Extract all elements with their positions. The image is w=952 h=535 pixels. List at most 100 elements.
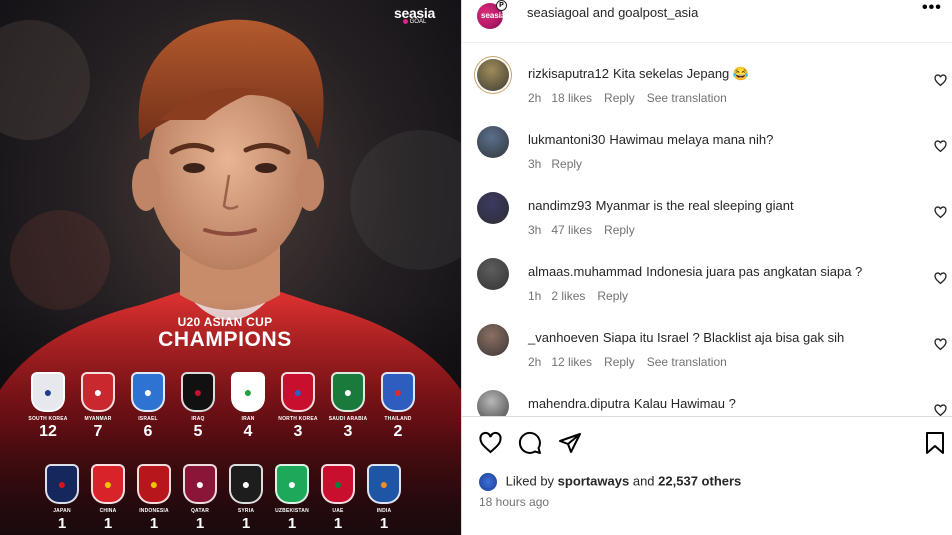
- liked-others[interactable]: 22,537 others: [658, 473, 741, 488]
- myanmar-crest-icon: ●: [81, 372, 115, 412]
- comment-like-heart-icon[interactable]: [934, 74, 947, 87]
- syria-crest-icon: ●: [229, 464, 263, 504]
- comment-item: mahendra.diputra Kalau Hawimau ?: [462, 390, 952, 416]
- comment-username[interactable]: lukmantoni30: [528, 132, 605, 147]
- comment-likes[interactable]: 47 likes: [551, 223, 592, 237]
- comment-username[interactable]: _vanhoeven: [528, 330, 599, 345]
- thailand-crest-icon: ●: [381, 372, 415, 412]
- see-translation-link[interactable]: See translation: [647, 355, 727, 369]
- iraq-crest-icon: ●: [181, 372, 215, 412]
- comment-item: _vanhoeven Siapa itu Israel ? Blacklist a…: [462, 324, 952, 384]
- saudi-crest-icon: ●: [331, 372, 365, 412]
- reply-button[interactable]: Reply: [604, 91, 635, 105]
- post-image[interactable]: seasia GOAL U20 ASIAN CUP CHAMPIONS ● SOU…: [0, 0, 461, 535]
- reply-button[interactable]: Reply: [604, 223, 635, 237]
- comment-text: Siapa itu Israel ? Blacklist aja bisa ga…: [602, 330, 845, 345]
- like-heart-icon[interactable]: [478, 431, 503, 455]
- comment-meta: 2h 12 likes Reply See translation: [528, 355, 928, 369]
- comment-line: _vanhoeven Siapa itu Israel ? Blacklist a…: [528, 329, 928, 346]
- comment-like-heart-icon[interactable]: [934, 272, 947, 285]
- comment-time: 1h: [528, 289, 542, 303]
- account-avatar[interactable]: seasia P: [477, 0, 507, 29]
- comment-body: lukmantoni30 Hawimau melaya mana nih? 3h Re…: [528, 131, 928, 171]
- comment-item: almaas.muhammad Indonesia juara pas angka…: [462, 258, 952, 318]
- comment-username[interactable]: almaas.muhammad: [528, 264, 642, 279]
- india-crest-icon: ●: [367, 464, 401, 504]
- uzbekistan-crest-icon: ●: [275, 464, 309, 504]
- comments-list[interactable]: rizkisaputra12 Kita sekelas Jepang 😂 2h 18 …: [462, 43, 952, 416]
- post-header: seasia P seasiagoal and goalpost_asia ••…: [462, 0, 952, 43]
- comment-like-heart-icon[interactable]: [934, 404, 947, 416]
- comment-body: rizkisaputra12 Kita sekelas Jepang 😂 2h 18 …: [528, 65, 928, 105]
- reply-button[interactable]: Reply: [604, 355, 635, 369]
- comment-meta: 1h 2 likes Reply: [528, 289, 928, 303]
- liked-and: and: [632, 473, 655, 489]
- comment-time: 2h: [528, 355, 542, 369]
- comment-text: Kita sekelas Jepang 😂: [612, 66, 750, 81]
- comment-text: Indonesia juara pas angkatan siapa ?: [646, 264, 863, 279]
- post-authors[interactable]: seasiagoal and goalpost_asia: [527, 5, 698, 20]
- more-horizontal-icon[interactable]: •••: [922, 0, 942, 17]
- iran-crest-icon: ●: [231, 372, 265, 412]
- comment-line: rizkisaputra12 Kita sekelas Jepang 😂: [528, 65, 928, 82]
- comment-like-heart-icon[interactable]: [934, 338, 947, 351]
- comment-body: almaas.muhammad Indonesia juara pas angka…: [528, 263, 928, 303]
- cup-title-big: CHAMPIONS: [158, 328, 292, 351]
- comment-text: Kalau Hawimau ?: [633, 396, 736, 411]
- title-count: 2: [393, 423, 403, 440]
- comment-body: mahendra.diputra Kalau Hawimau ?: [528, 395, 928, 416]
- title-count: 1: [379, 515, 389, 532]
- comment-body: nandimz93 Myanmar is the real sleeping gi…: [528, 197, 928, 237]
- comment-meta: 3h 47 likes Reply: [528, 223, 928, 237]
- collab-badge-icon: P: [496, 0, 507, 11]
- comment-line: lukmantoni30 Hawimau melaya mana nih?: [528, 131, 928, 148]
- north-korea-crest-icon: ●: [281, 372, 315, 412]
- comment-text: Hawimau melaya mana nih?: [609, 132, 774, 147]
- share-paper-plane-icon[interactable]: [558, 431, 582, 455]
- commenter-avatar[interactable]: [477, 59, 509, 91]
- cup-title: U20 ASIAN CUP CHAMPIONS: [140, 315, 310, 352]
- comment-likes[interactable]: 2 likes: [551, 289, 585, 303]
- liked-user[interactable]: sportaways: [558, 473, 630, 488]
- team-thailand: ● THAILAND 2: [368, 372, 428, 441]
- comment-item: nandimz93 Myanmar is the real sleeping gi…: [462, 192, 952, 252]
- comment-bubble-icon[interactable]: [518, 431, 542, 455]
- comment-likes[interactable]: 12 likes: [551, 355, 592, 369]
- comment-username[interactable]: rizkisaputra12: [528, 66, 609, 81]
- post-actions: Liked by sportaways and 22,537 others 18…: [462, 416, 952, 535]
- player-photo: [0, 0, 461, 535]
- comment-text: Myanmar is the real sleeping giant: [595, 198, 794, 213]
- comment-item: rizkisaputra12 Kita sekelas Jepang 😂 2h 18 …: [462, 59, 952, 120]
- comment-like-heart-icon[interactable]: [934, 206, 947, 219]
- tiger-crest-icon: ●: [31, 372, 65, 412]
- commenter-avatar[interactable]: [477, 192, 509, 224]
- comment-username[interactable]: nandimz93: [528, 198, 592, 213]
- comment-username[interactable]: mahendra.diputra: [528, 396, 630, 411]
- comment-time: 2h: [528, 91, 542, 105]
- cup-title-small: U20 ASIAN CUP: [177, 315, 273, 329]
- reply-button[interactable]: Reply: [551, 157, 582, 171]
- reply-button[interactable]: Reply: [597, 289, 628, 303]
- qatar-crest-icon: ●: [183, 464, 217, 504]
- bookmark-icon[interactable]: [924, 431, 946, 455]
- comment-line: almaas.muhammad Indonesia juara pas angka…: [528, 263, 928, 280]
- comment-body: _vanhoeven Siapa itu Israel ? Blacklist a…: [528, 329, 928, 369]
- post-time: 18 hours ago: [479, 495, 550, 509]
- comment-likes[interactable]: 18 likes: [551, 91, 592, 105]
- comment-meta: 2h 18 likes Reply See translation: [528, 91, 928, 105]
- commenter-avatar[interactable]: [477, 324, 509, 356]
- commenter-avatar[interactable]: [477, 126, 509, 158]
- brand-logo: seasia GOAL: [394, 5, 435, 25]
- china-crest-icon: ●: [91, 464, 125, 504]
- comment-line: mahendra.diputra Kalau Hawimau ?: [528, 395, 928, 412]
- see-translation-link[interactable]: See translation: [647, 91, 727, 105]
- likes-summary[interactable]: Liked by sportaways and 22,537 others: [479, 473, 741, 491]
- team-name: THAILAND: [384, 416, 412, 422]
- uae-crest-icon: ●: [321, 464, 355, 504]
- commenter-avatar[interactable]: [477, 258, 509, 290]
- commenter-avatar[interactable]: [477, 390, 509, 416]
- comment-time: 3h: [528, 223, 542, 237]
- comment-like-heart-icon[interactable]: [934, 140, 947, 153]
- team-india: ● INDIA 1: [354, 464, 414, 532]
- team-name: INDIA: [376, 508, 392, 514]
